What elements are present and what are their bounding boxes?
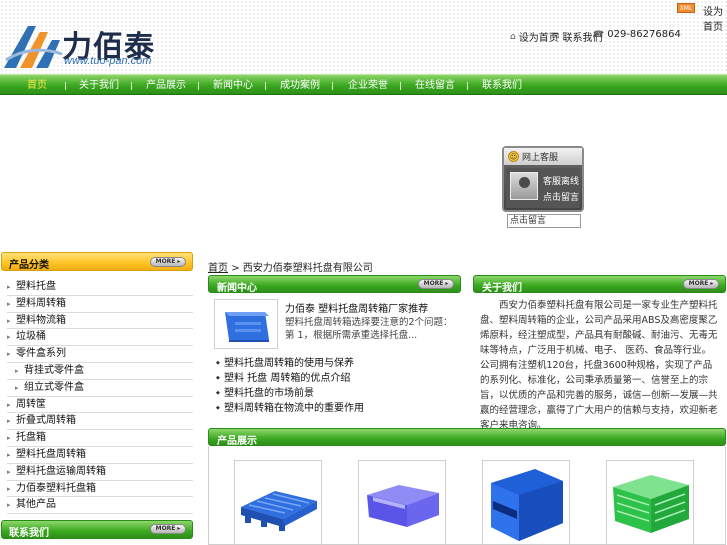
nav-separator	[65, 82, 66, 90]
news-summary: 塑料托盘周转箱选择要注意的2个问题：第 1，根据所需承重选择托盘...	[285, 317, 453, 341]
breadcrumb-separator: >	[231, 263, 240, 274]
service-widget-title: 网上客服	[522, 153, 559, 163]
category-item[interactable]: 塑料物流箱	[7, 313, 193, 330]
blue-bin-image	[491, 469, 563, 541]
category-item[interactable]: 塑料托盘周转箱	[7, 447, 193, 464]
news-thumbnail[interactable]	[214, 299, 278, 349]
nav-separator	[265, 82, 266, 90]
news-more-button[interactable]: MORE	[418, 279, 454, 289]
news-list-item[interactable]: 塑料周转箱在物流中的重要作用	[216, 401, 456, 416]
contact-more-button[interactable]: MORE	[150, 524, 186, 534]
about-more-button[interactable]: MORE	[683, 279, 719, 289]
sidebar-contact-header: 联系我们 MORE	[1, 520, 193, 539]
service-leave-message-button[interactable]: 点击留言	[543, 190, 579, 203]
nav-item-products[interactable]: 产品展示	[141, 75, 191, 96]
online-service-widget: ☺ 网上客服 客服离线 点击留言	[502, 146, 584, 212]
category-subitem[interactable]: 组立式零件盒	[7, 380, 193, 397]
category-item[interactable]: 垃圾桶	[7, 329, 193, 347]
page: XML 设为首页 力佰泰 www.tuo-pan.com ⌂ 设为首页 ✉ 联系…	[0, 0, 727, 545]
category-subitem[interactable]: 背挂式零件盒	[7, 363, 193, 380]
category-item[interactable]: 周转筐	[7, 397, 193, 414]
news-list-item[interactable]: 塑料托盘的市场前景	[216, 386, 456, 401]
xml-feed-badge[interactable]: XML	[677, 3, 695, 13]
brand-url[interactable]: www.tuo-pan.com	[64, 55, 151, 67]
nav-separator	[400, 82, 401, 90]
service-status: 客服离线	[543, 177, 580, 187]
products-panel-header: 产品展示	[208, 428, 726, 447]
nav-item-home[interactable]: 首页	[12, 75, 62, 96]
purple-crate-image	[367, 485, 439, 527]
category-more-button[interactable]: MORE	[150, 257, 186, 267]
crate-image	[225, 312, 269, 342]
set-homepage-top-link[interactable]: 设为首页	[703, 3, 727, 33]
category-item[interactable]: 力佰泰塑料托盘箱	[7, 481, 193, 498]
product-thumb-basket[interactable]	[606, 460, 694, 545]
news-panel-title: 新闻中心	[217, 283, 257, 294]
breadcrumb-home-link[interactable]: 首页	[208, 263, 228, 274]
service-widget-header: ☺ 网上客服	[504, 148, 582, 165]
pallet-image	[241, 491, 317, 531]
category-item[interactable]: 塑料周转箱	[7, 296, 193, 313]
news-list-item[interactable]: 塑料 托盘 周转箱的优点介绍	[216, 371, 456, 386]
nav-separator	[198, 82, 199, 90]
breadcrumb: 首页 > 西安力佰泰塑料托盘有限公司	[208, 259, 373, 274]
sidebar-contact-title: 联系我们	[9, 528, 49, 539]
phone-icon: ☎	[593, 29, 605, 40]
products-panel-title: 产品展示	[217, 436, 257, 447]
category-item[interactable]: 塑料托盘	[7, 279, 193, 296]
logo-mark-icon	[4, 26, 63, 68]
nav-item-about[interactable]: 关于我们	[74, 75, 124, 96]
nav-item-honors[interactable]: 企业荣誉	[343, 75, 393, 96]
nav-item-contact[interactable]: 联系我们	[477, 75, 527, 96]
sidebar-category-header: 产品分类 MORE	[1, 252, 193, 271]
product-thumb-parts-bin[interactable]	[482, 460, 570, 545]
category-list: 塑料托盘 塑料周转箱 塑料物流箱 垃圾桶 零件盒系列 背挂式零件盒 组立式零件盒…	[7, 279, 193, 515]
main-nav: 首页 关于我们 产品展示 新闻中心 成功案例 企业荣誉 在线留言 联系我们	[0, 74, 727, 95]
service-widget-body[interactable]: 客服离线 点击留言	[506, 168, 580, 208]
product-thumb-pallet[interactable]	[234, 460, 322, 545]
header-phone-number: 029-86276864	[607, 29, 681, 40]
nav-item-cases[interactable]: 成功案例	[275, 75, 325, 96]
qq-icon: ☺	[508, 151, 519, 162]
news-panel-header: 新闻中心 MORE	[208, 275, 461, 294]
category-item[interactable]: 折叠式周转箱	[7, 413, 193, 431]
nav-separator	[467, 82, 468, 90]
nav-item-message[interactable]: 在线留言	[410, 75, 460, 96]
news-headline[interactable]: 力佰泰 塑料托盘周转箱厂家推荐	[285, 300, 428, 315]
nav-separator	[332, 82, 333, 90]
leave-message-input[interactable]: 点击留言	[507, 214, 581, 228]
nav-item-news[interactable]: 新闻中心	[208, 75, 258, 96]
sidebar-category-title: 产品分类	[9, 260, 49, 271]
about-panel-header: 关于我们 MORE	[473, 275, 726, 294]
news-list: 塑料托盘周转箱的使用与保养 塑料 托盘 周转箱的优点介绍 塑料托盘的市场前景 塑…	[216, 356, 456, 416]
breadcrumb-current: 西安力佰泰塑料托盘有限公司	[242, 263, 373, 274]
category-item[interactable]: 其他产品	[7, 497, 193, 515]
nav-separator	[131, 82, 132, 90]
about-panel-title: 关于我们	[482, 283, 522, 294]
mail-icon: ✉	[552, 31, 560, 42]
home-icon: ⌂	[510, 31, 516, 42]
product-thumb-crate[interactable]	[358, 460, 446, 545]
about-text: 西安力佰泰塑料托盘有限公司是一家专业生产塑料托盘、塑料周转箱的企业，公司产品采用…	[480, 300, 718, 431]
green-basket-image	[613, 475, 689, 533]
category-item[interactable]: 塑料托盘运输周转箱	[7, 464, 193, 481]
header-phone: ☎ 029-86276864	[593, 29, 681, 40]
agent-avatar	[510, 172, 538, 200]
category-item[interactable]: 托盘箱	[7, 430, 193, 447]
news-list-item[interactable]: 塑料托盘周转箱的使用与保养	[216, 356, 456, 371]
category-item[interactable]: 零件盒系列	[7, 346, 193, 363]
